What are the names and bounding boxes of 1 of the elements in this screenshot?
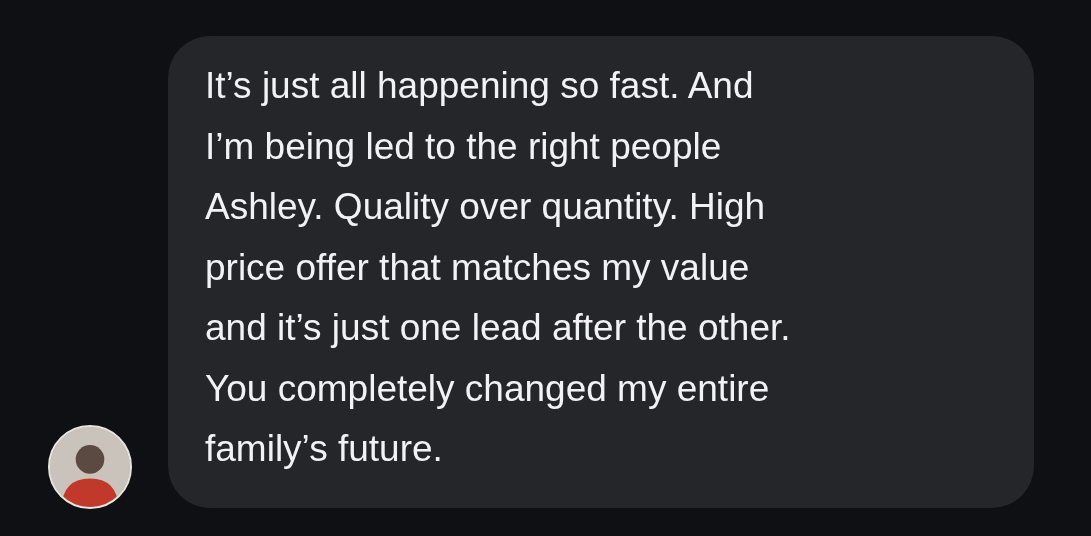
message-text: It’s just all happening so fast. And I’m being led to the right people Ashley. Quality over quantity. High price offer that matches my value and it’s just one lead after the other. You completely changed my entire family’s future. <box>205 64 792 471</box>
